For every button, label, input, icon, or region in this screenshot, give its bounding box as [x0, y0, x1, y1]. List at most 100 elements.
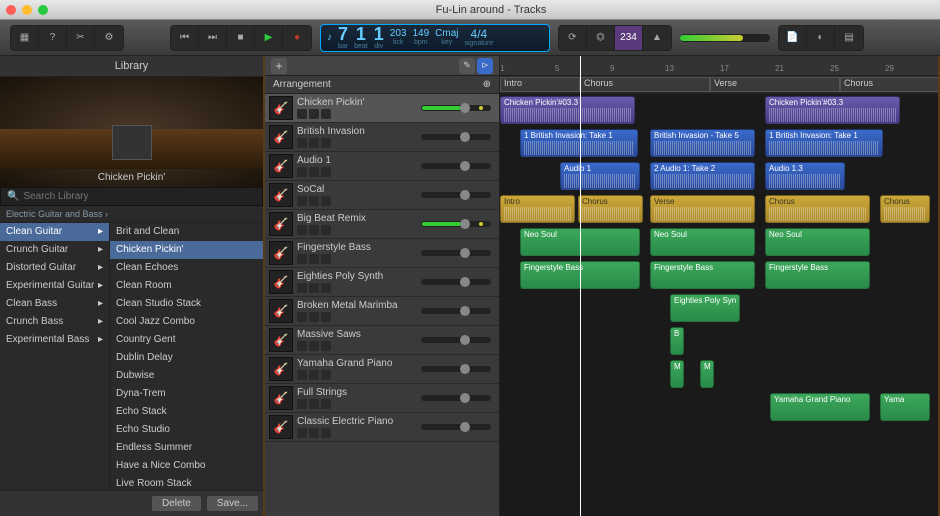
arrangement-marker[interactable]: Chorus [840, 77, 940, 92]
mute-button[interactable] [297, 167, 307, 177]
solo-button[interactable] [309, 254, 319, 264]
track-header[interactable]: 🎸SoCal [265, 181, 499, 210]
volume-fader[interactable] [421, 424, 491, 430]
lock-button[interactable] [321, 312, 331, 322]
close-icon[interactable] [6, 5, 16, 15]
forward-button[interactable]: ⏭ [199, 26, 227, 50]
mute-button[interactable] [297, 225, 307, 235]
region[interactable]: Chorus [578, 195, 643, 223]
track-header[interactable]: 🎸Chicken Pickin' [265, 94, 499, 123]
lock-button[interactable] [321, 370, 331, 380]
mute-button[interactable] [297, 341, 307, 351]
lock-button[interactable] [321, 196, 331, 206]
arrangement-marker[interactable]: Verse [710, 77, 840, 92]
track-header[interactable]: 🎸Yamaha Grand Piano [265, 355, 499, 384]
save-button[interactable]: Save... [206, 495, 259, 512]
region[interactable]: British Invasion - Take 5 [650, 129, 755, 157]
category-item[interactable]: Experimental Guitar▸ [0, 277, 109, 295]
patch-item[interactable]: Chicken Pickin' [110, 241, 263, 259]
patch-item[interactable]: Country Gent [110, 331, 263, 349]
zoom-icon[interactable] [38, 5, 48, 15]
track-header[interactable]: 🎸Classic Electric Piano [265, 413, 499, 442]
delete-button[interactable]: Delete [151, 495, 202, 512]
solo-button[interactable] [309, 312, 319, 322]
lock-button[interactable] [321, 167, 331, 177]
loop-browser-icon[interactable]: ◐ [807, 26, 835, 50]
add-track-button[interactable]: + [271, 58, 287, 74]
category-item[interactable]: Crunch Bass▸ [0, 313, 109, 331]
region[interactable]: Fingerstyle Bass [650, 261, 755, 289]
category-item[interactable]: Distorted Guitar▸ [0, 259, 109, 277]
volume-fader[interactable] [421, 250, 491, 256]
region[interactable]: 1 British Invasion: Take 1 [765, 129, 883, 157]
breadcrumb[interactable]: Electric Guitar and Bass › [0, 206, 263, 223]
timeline[interactable]: 1591317212529 IntroChorusVerseChorus Chi… [500, 56, 940, 516]
lock-button[interactable] [321, 341, 331, 351]
category-item[interactable]: Crunch Guitar▸ [0, 241, 109, 259]
solo-button[interactable] [309, 370, 319, 380]
lock-button[interactable] [321, 283, 331, 293]
mute-button[interactable] [297, 399, 307, 409]
lock-button[interactable] [321, 138, 331, 148]
solo-button[interactable] [309, 283, 319, 293]
region[interactable]: Audio 1.3 [765, 162, 845, 190]
solo-button[interactable] [309, 109, 319, 119]
region[interactable]: Neo Soul [765, 228, 870, 256]
lcd-display[interactable]: ♪ 7bar 1beat 1div 203tick 149bpm Cmajkey… [320, 24, 550, 52]
patch-item[interactable]: Dublin Delay [110, 349, 263, 367]
region[interactable]: Fingerstyle Bass [765, 261, 870, 289]
patch-item[interactable]: Clean Room [110, 277, 263, 295]
search-library[interactable]: 🔍 [0, 187, 263, 206]
patch-item[interactable]: Echo Studio [110, 421, 263, 439]
region-lanes[interactable]: Chicken Pickin'#03.3Chicken Pickin'#03.3… [500, 94, 938, 516]
metronome-icon[interactable]: ▲ [643, 26, 671, 50]
region[interactable]: 2 Audio 1: Take 2 [650, 162, 755, 190]
mute-button[interactable] [297, 254, 307, 264]
settings-icon[interactable]: ⚙ [95, 26, 123, 50]
playhead[interactable] [580, 56, 581, 516]
solo-button[interactable] [309, 341, 319, 351]
mute-button[interactable] [297, 370, 307, 380]
count-in-button[interactable]: 234 [615, 26, 643, 50]
solo-button[interactable] [309, 428, 319, 438]
lock-button[interactable] [321, 254, 331, 264]
region[interactable]: Verse [650, 195, 755, 223]
volume-fader[interactable] [421, 221, 491, 227]
cycle-button[interactable]: ⟳ [559, 26, 587, 50]
stop-button[interactable]: ■ [227, 26, 255, 50]
track-header[interactable]: 🎸Fingerstyle Bass [265, 239, 499, 268]
patch-item[interactable]: Dyna-Trem [110, 385, 263, 403]
patch-item[interactable]: Clean Echoes [110, 259, 263, 277]
media-browser-icon[interactable]: ▤ [835, 26, 863, 50]
track-header[interactable]: 🎸Big Beat Remix [265, 210, 499, 239]
volume-fader[interactable] [421, 279, 491, 285]
volume-fader[interactable] [421, 308, 491, 314]
lock-button[interactable] [321, 428, 331, 438]
lock-button[interactable] [321, 109, 331, 119]
mute-button[interactable] [297, 312, 307, 322]
rewind-button[interactable]: ⏮ [171, 26, 199, 50]
volume-fader[interactable] [421, 105, 491, 111]
mute-button[interactable] [297, 196, 307, 206]
arrangement-marker[interactable]: Intro [500, 77, 580, 92]
track-header[interactable]: 🎸Full Strings [265, 384, 499, 413]
master-volume[interactable] [680, 34, 770, 42]
region[interactable]: Audio 1 [560, 162, 640, 190]
patch-item[interactable]: Cool Jazz Combo [110, 313, 263, 331]
patch-item[interactable]: Endless Summer [110, 439, 263, 457]
region[interactable]: 1 British Invasion: Take 1 [520, 129, 638, 157]
region[interactable]: Yamaha Grand Piano [770, 393, 870, 421]
solo-button[interactable] [309, 138, 319, 148]
ruler[interactable]: 1591317212529 [500, 56, 938, 76]
catch-playhead[interactable]: ⊳ [477, 58, 493, 74]
region[interactable]: Chicken Pickin'#03.3 [500, 96, 635, 124]
patch-item[interactable]: Have a Nice Combo [110, 457, 263, 475]
category-item[interactable]: Clean Guitar▸ [0, 223, 109, 241]
category-item[interactable]: Clean Bass▸ [0, 295, 109, 313]
track-header[interactable]: 🎸Broken Metal Marimba [265, 297, 499, 326]
tuner-button[interactable]: ⏣ [587, 26, 615, 50]
mute-button[interactable] [297, 283, 307, 293]
mute-button[interactable] [297, 428, 307, 438]
region[interactable]: Chorus [765, 195, 870, 223]
solo-button[interactable] [309, 225, 319, 235]
